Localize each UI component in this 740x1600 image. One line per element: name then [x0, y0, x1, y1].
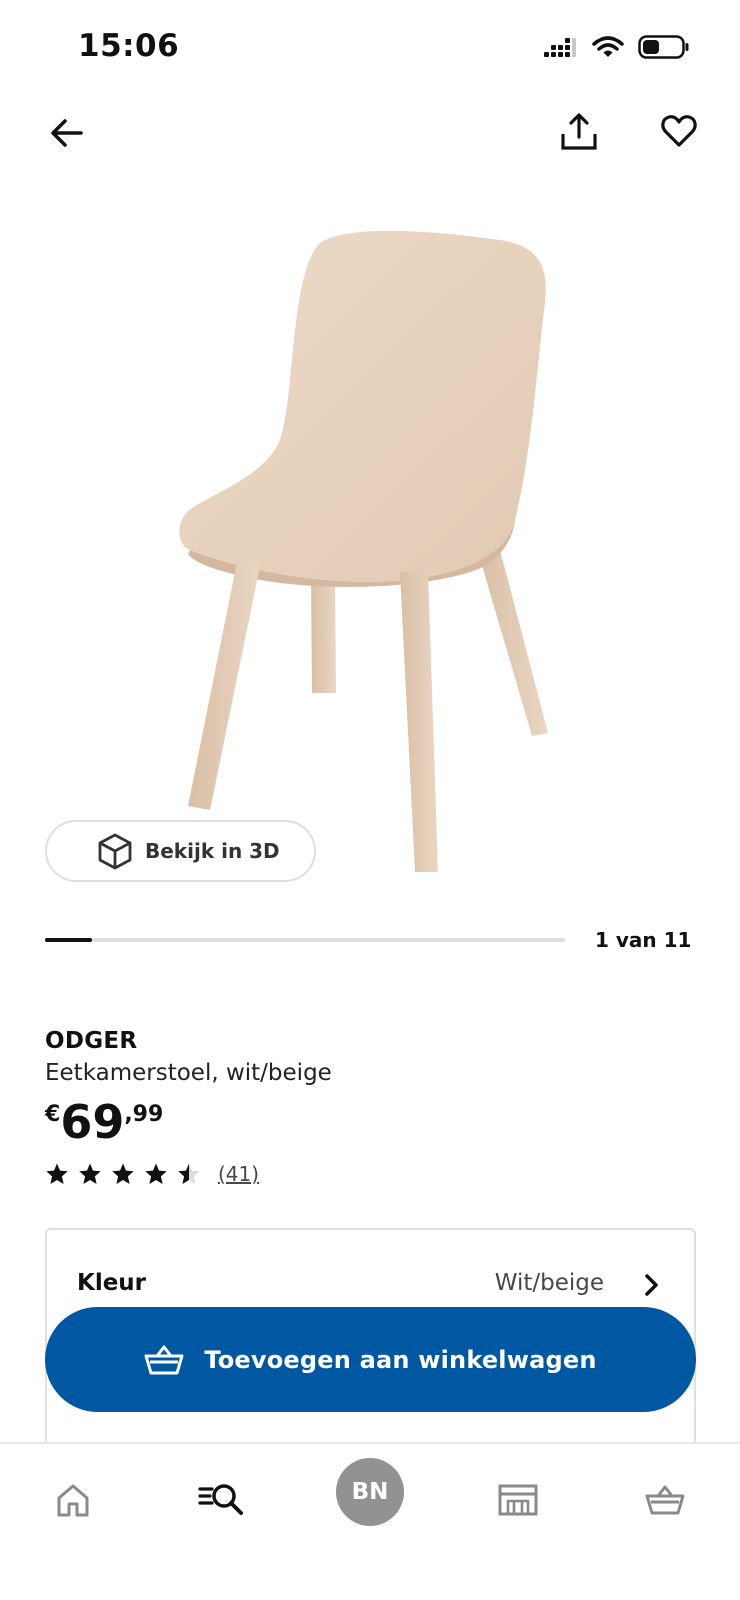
gallery-counter: 1 van 11 [595, 928, 692, 952]
star-icon [112, 1163, 134, 1184]
nav-search[interactable] [192, 1470, 252, 1530]
product-image[interactable] [170, 220, 570, 890]
product-rating[interactable]: (41) [45, 1162, 259, 1186]
share-icon [561, 113, 597, 150]
rating-stars [45, 1162, 201, 1186]
arrow-left-icon [51, 119, 83, 147]
view-in-3d-button[interactable]: Bekijk in 3D [45, 820, 316, 882]
back-button[interactable] [44, 110, 90, 156]
home-icon [57, 1484, 89, 1517]
star-icon [178, 1163, 200, 1184]
color-label: Kleur [77, 1270, 147, 1296]
gallery-progress-fill [45, 938, 93, 942]
basket-icon [645, 1485, 685, 1515]
star-icon [46, 1163, 68, 1184]
nav-home[interactable] [43, 1470, 103, 1530]
star-icon [79, 1163, 101, 1184]
add-to-cart-label: Toevoegen aan winkelwagen [204, 1345, 597, 1374]
top-nav [0, 100, 740, 164]
cube-3d-icon [98, 833, 132, 870]
product-price: € 69 ,99 [45, 1096, 163, 1148]
chevron-right-icon [640, 1272, 664, 1298]
price-decimal: ,99 [124, 1102, 164, 1127]
bottom-nav: BN [0, 1442, 740, 1600]
store-icon [498, 1484, 538, 1516]
star-icon [145, 1163, 167, 1184]
add-to-cart-button[interactable]: Toevoegen aan winkelwagen [45, 1307, 696, 1412]
price-currency: € [45, 1102, 61, 1127]
chair-image [179, 230, 548, 872]
nav-basket[interactable] [635, 1470, 695, 1530]
product-description: Eetkamerstoel, wit/beige [45, 1060, 332, 1086]
status-icons [542, 34, 690, 60]
cellular-signal-icon [544, 38, 576, 57]
status-bar: 15:06 [0, 0, 740, 100]
status-time: 15:06 [78, 28, 180, 64]
heart-icon [661, 115, 697, 147]
view-in-3d-label: Bekijk in 3D [145, 839, 280, 863]
review-count[interactable]: (41) [218, 1162, 259, 1186]
favorite-button[interactable] [656, 108, 702, 154]
share-button[interactable] [556, 108, 602, 156]
gallery-progress [45, 938, 565, 942]
product-name: ODGER [45, 1028, 138, 1054]
avatar[interactable]: BN [336, 1458, 404, 1526]
battery-icon [638, 35, 689, 59]
search-icon [198, 1484, 243, 1515]
price-integer: 69 [60, 1095, 125, 1149]
basket-icon [144, 1345, 184, 1374]
nav-stores[interactable] [488, 1470, 548, 1530]
color-value: Wit/beige [494, 1270, 604, 1296]
wifi-icon [592, 36, 624, 57]
